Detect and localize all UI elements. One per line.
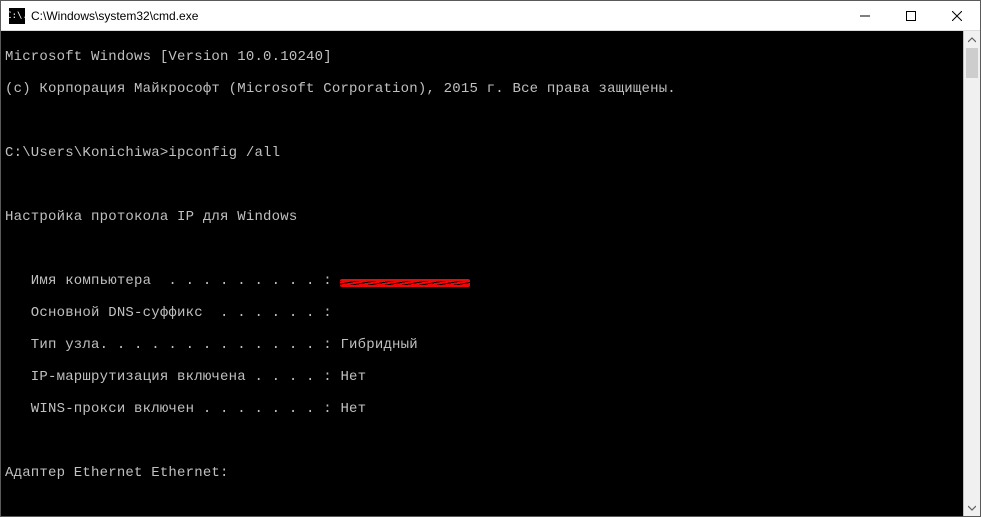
close-button[interactable] (934, 1, 980, 30)
titlebar[interactable]: C:\. C:\Windows\system32\cmd.exe (1, 1, 980, 31)
chevron-up-icon (968, 36, 976, 44)
maximize-button[interactable] (888, 1, 934, 30)
scroll-down-button[interactable] (964, 499, 980, 516)
cmd-icon: C:\. (9, 8, 25, 24)
line-eth-title: Адаптер Ethernet Ethernet: (5, 465, 963, 481)
line-settings-title: Настройка протокола IP для Windows (5, 209, 963, 225)
line-wins-proxy: WINS-прокси включен . . . . . . . : Нет (5, 401, 963, 417)
line-node-type: Тип узла. . . . . . . . . . . . . : Гибр… (5, 337, 963, 353)
vertical-scrollbar[interactable] (963, 31, 980, 516)
line-version: Microsoft Windows [Version 10.0.10240] (5, 49, 963, 65)
scroll-thumb[interactable] (966, 48, 978, 78)
chevron-down-icon (968, 504, 976, 512)
terminal-area: Microsoft Windows [Version 10.0.10240] (… (1, 31, 980, 516)
minimize-icon (860, 11, 870, 21)
window-controls (842, 1, 980, 30)
scroll-track[interactable] (964, 48, 980, 499)
line-dns-suffix: Основной DNS-суффикс . . . . . . : (5, 305, 963, 321)
blank-line (5, 241, 963, 257)
line-ip-routing: IP-маршрутизация включена . . . . : Нет (5, 369, 963, 385)
blank-line (5, 177, 963, 193)
line-prompt: C:\Users\Konichiwa>ipconfig /all (5, 145, 963, 161)
blank-line (5, 113, 963, 129)
redacted-hostname (340, 279, 470, 287)
blank-line (5, 433, 963, 449)
minimize-button[interactable] (842, 1, 888, 30)
line-copyright: (c) Корпорация Майкрософт (Microsoft Cor… (5, 81, 963, 97)
terminal-output[interactable]: Microsoft Windows [Version 10.0.10240] (… (1, 31, 963, 516)
cmd-window: C:\. C:\Windows\system32\cmd.exe Microso… (0, 0, 981, 517)
line-host: Имя компьютера . . . . . . . . . : (5, 273, 963, 289)
window-title: C:\Windows\system32\cmd.exe (31, 9, 842, 23)
close-icon (952, 11, 962, 21)
scroll-up-button[interactable] (964, 31, 980, 48)
blank-line (5, 497, 963, 513)
maximize-icon (906, 11, 916, 21)
